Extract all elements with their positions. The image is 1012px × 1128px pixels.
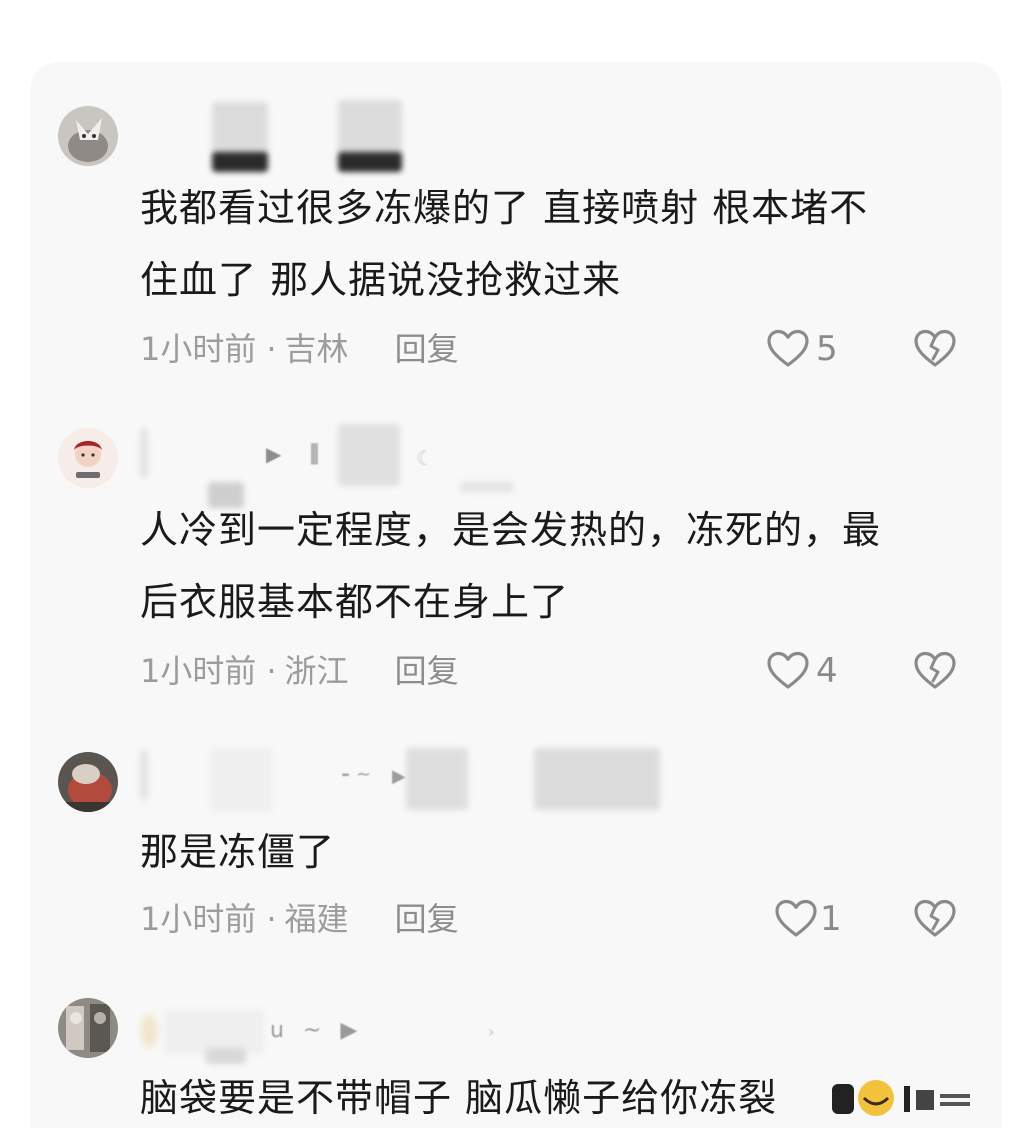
broken-heart-icon xyxy=(914,651,956,689)
play-icon: ▶ xyxy=(266,442,282,466)
comment-meta: 1小时前 · 吉林 回复 xyxy=(140,330,459,368)
username-redacted[interactable]: ⁃ ~ ▶ xyxy=(140,742,700,822)
username-redacted[interactable]: ▶ ▐ ☾ xyxy=(140,420,700,508)
comment-text: 我都看过很多冻爆的了 直接喷射 根本堵不 住血了 那人据说没抢救过来 xyxy=(140,172,970,316)
broken-heart-icon xyxy=(914,899,956,937)
comment-meta: 1小时前 · 浙江 回复 xyxy=(140,652,459,690)
avatar[interactable] xyxy=(58,106,118,166)
comment-location: 福建 xyxy=(284,900,349,938)
reply-button[interactable]: 回复 xyxy=(395,330,459,368)
play-icon: ▶ xyxy=(392,766,406,787)
emoji-sticker xyxy=(800,1076,1000,1120)
comment-time: 1小时前 xyxy=(140,330,257,368)
like-count: 5 xyxy=(816,329,838,369)
dislike-button[interactable] xyxy=(910,326,960,372)
heart-outline-icon xyxy=(767,329,809,367)
heart-outline-icon xyxy=(767,651,809,689)
comment-text: 那是冻僵了 xyxy=(140,816,970,888)
dislike-button[interactable] xyxy=(910,896,960,942)
username-redacted[interactable] xyxy=(140,96,700,176)
like-button[interactable]: 5 xyxy=(766,326,838,372)
comment-text-line: 那是冻僵了 xyxy=(140,830,336,874)
reply-button[interactable]: 回复 xyxy=(395,900,459,938)
avatar[interactable] xyxy=(58,752,118,812)
comment-location: 浙江 xyxy=(284,652,349,690)
like-button[interactable]: 1 xyxy=(774,896,842,942)
comment-location: 吉林 xyxy=(284,330,349,368)
comment-meta: 1小时前 · 福建 回复 xyxy=(140,900,459,938)
comment-text-line: 人冷到一定程度，是会发热的，冻死的，最 xyxy=(140,508,882,552)
broken-heart-icon xyxy=(914,329,956,367)
dislike-button[interactable] xyxy=(910,648,960,694)
heart-outline-icon xyxy=(775,899,817,937)
username-fragment: u ~ ▶ xyxy=(270,1018,364,1043)
like-count: 4 xyxy=(816,651,838,691)
comment-time: 1小时前 xyxy=(140,652,257,690)
comment-time: 1小时前 xyxy=(140,900,257,938)
like-count: 1 xyxy=(820,899,842,939)
like-button[interactable]: 4 xyxy=(766,648,838,694)
comment-text: 人冷到一定程度，是会发热的，冻死的，最 后衣服基本都不在身上了 xyxy=(140,494,970,638)
avatar[interactable] xyxy=(58,998,118,1058)
comment-text-line: 我都看过很多冻爆的了 直接喷射 根本堵不 xyxy=(140,186,869,230)
comment-text-line: 后衣服基本都不在身上了 xyxy=(140,580,570,624)
reply-button[interactable]: 回复 xyxy=(395,652,459,690)
avatar[interactable] xyxy=(58,428,118,488)
comment-text-line: 住血了 那人据说没抢救过来 xyxy=(140,258,622,302)
